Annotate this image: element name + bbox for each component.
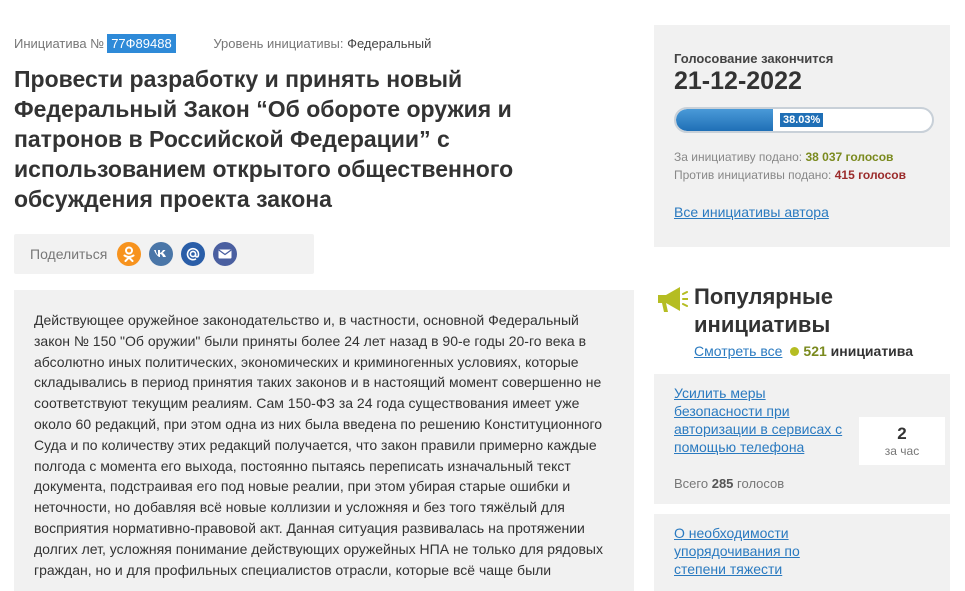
odnoklassniki-icon[interactable] bbox=[117, 242, 142, 266]
popular-count-word: инициатива bbox=[830, 343, 913, 359]
initiative-text-box: Действующее оружейное законодательство и… bbox=[14, 290, 634, 591]
total-votes-value: 285 bbox=[711, 476, 734, 491]
see-all-link[interactable]: Смотреть все bbox=[694, 343, 782, 359]
total-votes: Всего 285 голосов bbox=[674, 476, 784, 491]
vote-progress-fill bbox=[676, 109, 774, 131]
vote-progress-bar: 38.03% bbox=[674, 107, 934, 133]
initiative-number: 77Ф89488 bbox=[107, 34, 176, 53]
votes-for: За инициативу подано: 38 037 голосов bbox=[674, 150, 893, 164]
initiative-meta: Инициатива № 77Ф89488 Уровень инициативы:… bbox=[14, 34, 431, 53]
voting-until-label: Голосование закончится bbox=[674, 51, 834, 66]
voting-panel: Голосование закончится 21-12-2022 38.03%… bbox=[654, 25, 950, 247]
popular-initiative-card: Усилить меры безопасности при авторизаци… bbox=[654, 374, 950, 504]
initiative-number-label: Инициатива № bbox=[14, 36, 105, 51]
share-bar: Поделиться bbox=[14, 234, 314, 274]
voting-end-date: 21-12-2022 bbox=[674, 67, 802, 95]
votes-against: Против инициативы подано: 415 голосов bbox=[674, 168, 906, 182]
initiative-level-label: Уровень инициативы: bbox=[213, 36, 344, 51]
total-votes-label: Всего bbox=[674, 476, 709, 491]
mail-icon[interactable] bbox=[181, 242, 206, 266]
votes-against-value: 415 голосов bbox=[834, 168, 906, 182]
initiative-body: Действующее оружейное законодательство и… bbox=[34, 312, 603, 578]
initiative-level-value: Федеральный bbox=[347, 36, 432, 51]
count-dot-icon bbox=[790, 347, 800, 356]
total-votes-unit: голосов bbox=[737, 476, 785, 491]
initiative-level: Уровень инициативы: Федеральный bbox=[213, 36, 431, 51]
share-label: Поделиться bbox=[30, 246, 108, 262]
votes-for-label: За инициативу подано: bbox=[674, 150, 803, 164]
vk-icon[interactable] bbox=[149, 242, 174, 266]
popular-initiative-card: О необходимости упорядочивания по степен… bbox=[654, 514, 950, 591]
votes-per-hour-value: 2 bbox=[897, 424, 907, 443]
votes-per-hour: 2 за час bbox=[859, 417, 945, 465]
popular-initiative-link[interactable]: О необходимости упорядочивания по степен… bbox=[674, 524, 849, 578]
vote-progress-label: 38.03% bbox=[780, 113, 824, 127]
author-initiatives-link[interactable]: Все инициативы автора bbox=[674, 204, 829, 220]
votes-per-hour-unit: за час bbox=[884, 444, 920, 458]
votes-for-value: 38 037 голосов bbox=[805, 150, 894, 164]
popular-count: 521 bbox=[803, 343, 827, 359]
votes-against-label: Против инициативы подано: bbox=[674, 168, 832, 182]
popular-initiative-link[interactable]: Усилить меры безопасности при авторизаци… bbox=[674, 384, 849, 456]
popular-title: Популярные инициативы bbox=[694, 284, 834, 337]
email-icon[interactable] bbox=[213, 242, 238, 266]
page-title: Провести разработку и принять новый Феде… bbox=[14, 66, 514, 212]
megaphone-icon bbox=[654, 284, 689, 319]
popular-see-all: Смотреть все 521 инициатива bbox=[694, 343, 913, 359]
